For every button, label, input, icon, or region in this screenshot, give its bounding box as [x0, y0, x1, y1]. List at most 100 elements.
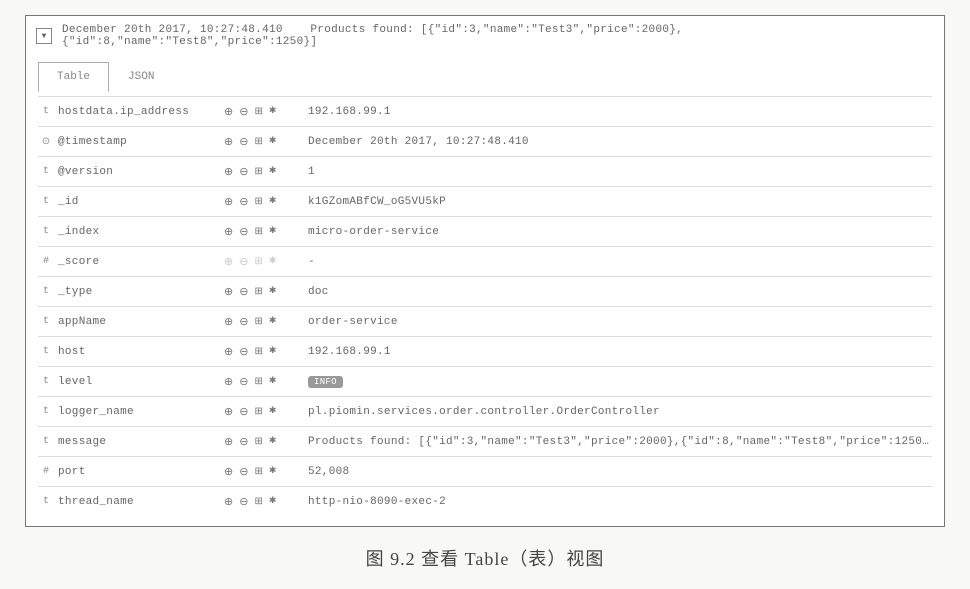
filter-out-icon[interactable] — [239, 105, 248, 119]
exists-filter-icon[interactable] — [269, 196, 277, 207]
field-name: _id — [54, 196, 224, 208]
field-type-icon: t — [38, 226, 54, 237]
field-value: doc — [302, 286, 932, 298]
filter-out-icon[interactable] — [239, 225, 248, 239]
header-timestamp: December 20th 2017, 10:27:48.410 — [62, 24, 283, 36]
filter-in-icon[interactable] — [224, 495, 233, 509]
log-detail-panel: ▼ December 20th 2017, 10:27:48.410 Produ… — [25, 15, 945, 527]
exists-filter-icon[interactable] — [269, 406, 277, 417]
field-type-icon: # — [38, 466, 54, 477]
filter-in-icon[interactable] — [224, 285, 233, 299]
field-value: INFO — [302, 376, 932, 388]
field-type-icon: t — [38, 286, 54, 297]
toggle-column-icon[interactable] — [254, 226, 262, 238]
filter-in-icon[interactable] — [224, 465, 233, 479]
filter-out-icon[interactable] — [239, 315, 248, 329]
filter-out-icon[interactable] — [239, 165, 248, 179]
filter-out-icon[interactable] — [239, 435, 248, 449]
field-row: t_type doc — [38, 276, 932, 306]
field-type-icon: t — [38, 316, 54, 327]
toggle-column-icon[interactable] — [254, 136, 262, 148]
filter-in-icon[interactable] — [224, 405, 233, 419]
field-actions — [224, 255, 302, 269]
field-row: #port52,008 — [38, 456, 932, 486]
toggle-column-icon[interactable] — [254, 466, 262, 478]
filter-in-icon[interactable] — [224, 345, 233, 359]
field-row: tmessageProducts found: [{"id":3,"name":… — [38, 426, 932, 456]
toggle-column-icon[interactable] — [254, 436, 262, 448]
field-name: _score — [54, 256, 224, 268]
field-row: tlogger_namepl.piomin.services.order.con… — [38, 396, 932, 426]
exists-filter-icon[interactable] — [269, 166, 277, 177]
field-actions — [224, 105, 302, 119]
field-type-icon: t — [38, 496, 54, 507]
exists-filter-icon[interactable] — [269, 286, 277, 297]
exists-filter-icon[interactable] — [269, 256, 277, 267]
filter-out-icon[interactable] — [239, 195, 248, 209]
toggle-column-icon[interactable] — [254, 496, 262, 508]
toggle-column-icon[interactable] — [254, 346, 262, 358]
figure-caption: 图 9.2 查看 Table（表）视图 — [25, 545, 945, 571]
toggle-column-icon[interactable] — [254, 106, 262, 118]
field-table: thostdata.ip_address192.168.99.1⊙@timest… — [26, 92, 944, 526]
toggle-column-icon[interactable] — [254, 256, 262, 268]
filter-out-icon[interactable] — [239, 495, 248, 509]
exists-filter-icon[interactable] — [269, 496, 277, 507]
field-value: http-nio-8090-exec-2 — [302, 496, 932, 508]
filter-in-icon[interactable] — [224, 255, 233, 269]
field-actions — [224, 375, 302, 389]
field-name: hostdata.ip_address — [54, 106, 224, 118]
field-actions — [224, 435, 302, 449]
field-row: tthread_namehttp-nio-8090-exec-2 — [38, 486, 932, 516]
field-row: tappNameorder-service — [38, 306, 932, 336]
filter-in-icon[interactable] — [224, 135, 233, 149]
filter-in-icon[interactable] — [224, 105, 233, 119]
filter-in-icon[interactable] — [224, 435, 233, 449]
filter-out-icon[interactable] — [239, 405, 248, 419]
exists-filter-icon[interactable] — [269, 136, 277, 147]
field-type-icon: # — [38, 256, 54, 267]
filter-in-icon[interactable] — [224, 375, 233, 389]
toggle-column-icon[interactable] — [254, 376, 262, 388]
field-value: 192.168.99.1 — [302, 106, 932, 118]
field-value: - — [302, 256, 932, 268]
toggle-column-icon[interactable] — [254, 286, 262, 298]
exists-filter-icon[interactable] — [269, 316, 277, 327]
exists-filter-icon[interactable] — [269, 436, 277, 447]
tab-json[interactable]: JSON — [109, 62, 173, 92]
filter-out-icon[interactable] — [239, 135, 248, 149]
field-row: thostdata.ip_address192.168.99.1 — [38, 96, 932, 126]
filter-out-icon[interactable] — [239, 255, 248, 269]
toggle-column-icon[interactable] — [254, 166, 262, 178]
filter-out-icon[interactable] — [239, 285, 248, 299]
field-type-icon: t — [38, 166, 54, 177]
field-name: message — [54, 436, 224, 448]
collapse-button[interactable]: ▼ — [36, 28, 52, 44]
field-name: logger_name — [54, 406, 224, 418]
tab-table[interactable]: Table — [38, 62, 109, 92]
filter-in-icon[interactable] — [224, 225, 233, 239]
filter-out-icon[interactable] — [239, 465, 248, 479]
exists-filter-icon[interactable] — [269, 346, 277, 357]
exists-filter-icon[interactable] — [269, 106, 277, 117]
field-value: Products found: [{"id":3,"name":"Test3",… — [302, 436, 932, 448]
toggle-column-icon[interactable] — [254, 406, 262, 418]
field-value: order-service — [302, 316, 932, 328]
level-badge: INFO — [308, 376, 343, 388]
toggle-column-icon[interactable] — [254, 196, 262, 208]
field-type-icon: t — [38, 346, 54, 357]
filter-in-icon[interactable] — [224, 195, 233, 209]
filter-in-icon[interactable] — [224, 315, 233, 329]
field-name: _type — [54, 286, 224, 298]
toggle-column-icon[interactable] — [254, 316, 262, 328]
exists-filter-icon[interactable] — [269, 226, 277, 237]
field-actions — [224, 165, 302, 179]
field-name: port — [54, 466, 224, 478]
exists-filter-icon[interactable] — [269, 376, 277, 387]
filter-in-icon[interactable] — [224, 165, 233, 179]
filter-out-icon[interactable] — [239, 375, 248, 389]
filter-out-icon[interactable] — [239, 345, 248, 359]
field-row: t@version1 — [38, 156, 932, 186]
field-name: _index — [54, 226, 224, 238]
exists-filter-icon[interactable] — [269, 466, 277, 477]
